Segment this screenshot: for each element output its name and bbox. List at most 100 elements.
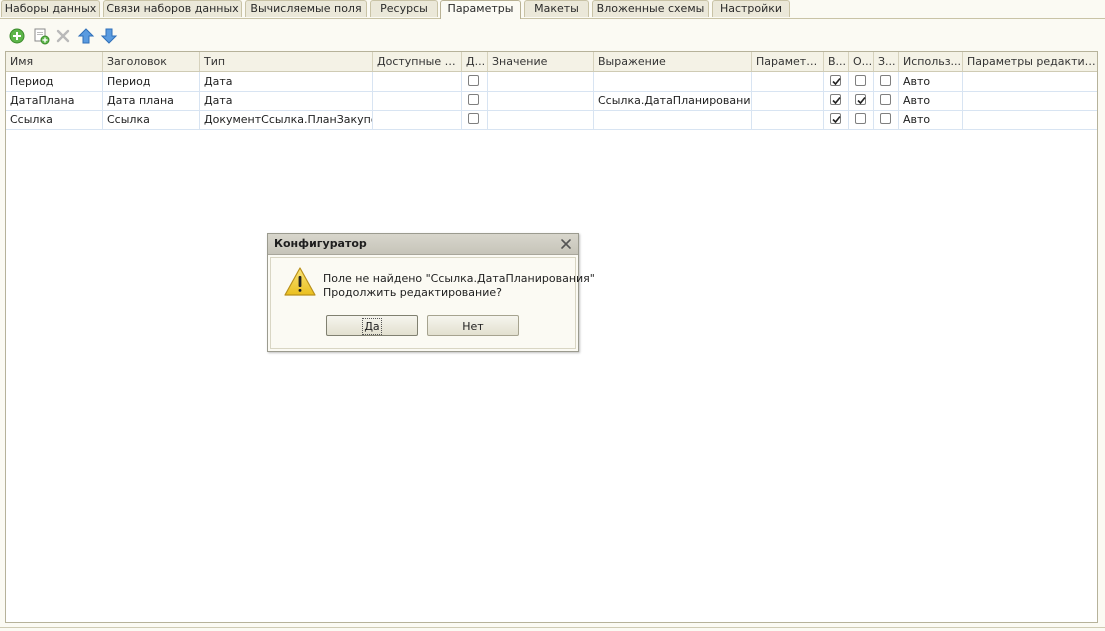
checkbox-unchecked[interactable]	[468, 94, 479, 105]
tab-nested-schemas[interactable]: Вложенные схемы	[592, 0, 709, 17]
cell-type[interactable]: ДокументСсылка.ПланЗакупок	[200, 110, 373, 129]
checkbox-checked[interactable]	[855, 94, 866, 105]
cell-z[interactable]	[874, 110, 899, 129]
column-header-type[interactable]: Тип	[200, 52, 373, 71]
copy-add-icon[interactable]	[32, 27, 50, 45]
cell-available[interactable]	[373, 91, 462, 110]
yes-button[interactable]: Да	[326, 315, 418, 336]
cell-o[interactable]	[849, 72, 874, 91]
tab-dataset-links[interactable]: Связи наборов данных	[103, 0, 242, 17]
cell-parameter[interactable]	[752, 91, 824, 110]
column-header-title[interactable]: Заголовок	[103, 52, 200, 71]
cell-use-text: Авто	[903, 113, 931, 126]
column-header-v[interactable]: В...	[824, 52, 849, 71]
no-button[interactable]: Нет	[427, 315, 519, 336]
checkbox-unchecked[interactable]	[880, 94, 891, 105]
delete-icon[interactable]	[54, 27, 72, 45]
configurator-window: Наборы данных Связи наборов данных Вычис…	[0, 0, 1105, 631]
table-row[interactable]: ДатаПлана Дата плана Дата Ссылка.ДатаПланир…	[6, 91, 1097, 111]
cell-edit-params[interactable]	[963, 72, 1097, 91]
cell-edit-params[interactable]	[963, 91, 1097, 110]
dialog-message-line1: Поле не найдено "Ссылка.ДатаПланирования…	[323, 272, 595, 285]
dialog-message: Поле не найдено "Ссылка.ДатаПланирования…	[323, 272, 595, 300]
cell-value[interactable]	[488, 72, 594, 91]
checkbox-unchecked[interactable]	[468, 113, 479, 124]
cell-title[interactable]: Период	[103, 72, 200, 91]
cell-edit-params[interactable]	[963, 110, 1097, 129]
checkbox-checked[interactable]	[830, 113, 841, 124]
column-header-expression[interactable]: Выражение	[594, 52, 752, 71]
checkbox-checked[interactable]	[830, 94, 841, 105]
tab-resources[interactable]: Ресурсы	[370, 0, 438, 17]
cell-type-text: Дата	[204, 94, 233, 107]
cell-type[interactable]: Дата	[200, 72, 373, 91]
cell-v[interactable]	[824, 110, 849, 129]
checkbox-unchecked[interactable]	[880, 113, 891, 124]
cell-type[interactable]: Дата	[200, 91, 373, 110]
cell-use[interactable]: Авто	[899, 72, 963, 91]
close-icon[interactable]	[560, 238, 572, 250]
cell-expression[interactable]	[594, 72, 752, 91]
tab-settings[interactable]: Настройки	[712, 0, 790, 17]
cell-name-text: Период	[10, 75, 54, 88]
cell-use[interactable]: Авто	[899, 91, 963, 110]
yes-button-label: Да	[362, 318, 382, 335]
cell-value[interactable]	[488, 110, 594, 129]
dialog-body: Поле не найдено "Ссылка.ДатаПланирования…	[270, 257, 595, 349]
tab-layouts[interactable]: Макеты	[524, 0, 589, 17]
cell-expression[interactable]	[594, 110, 752, 129]
tab-datasets[interactable]: Наборы данных	[1, 0, 100, 17]
tab-parameters[interactable]: Параметры	[440, 0, 521, 19]
cell-name[interactable]: ДатаПлана	[6, 91, 103, 110]
cell-d[interactable]	[462, 110, 488, 129]
cell-d[interactable]	[462, 72, 488, 91]
table-row[interactable]: Ссылка Ссылка ДокументСсылка.ПланЗакупок Ав…	[6, 110, 1097, 130]
cell-use[interactable]: Авто	[899, 110, 963, 129]
cell-name-text: ДатаПлана	[10, 94, 75, 107]
cell-o[interactable]	[849, 91, 874, 110]
column-header-z[interactable]: З...	[874, 52, 899, 71]
cell-value[interactable]	[488, 91, 594, 110]
checkbox-checked[interactable]	[830, 75, 841, 86]
checkbox-unchecked[interactable]	[880, 75, 891, 86]
cell-name-text: Ссылка	[10, 113, 53, 126]
cell-name[interactable]: Период	[6, 72, 103, 91]
column-header-d[interactable]: Д...	[462, 52, 488, 71]
cell-available[interactable]	[373, 110, 462, 129]
move-down-icon[interactable]	[100, 27, 118, 45]
cell-title[interactable]: Дата плана	[103, 91, 200, 110]
cell-v[interactable]	[824, 91, 849, 110]
cell-v[interactable]	[824, 72, 849, 91]
add-icon[interactable]	[8, 27, 26, 45]
bottom-border	[0, 627, 1105, 628]
cell-expression[interactable]: Ссылка.ДатаПланирования	[594, 91, 752, 110]
cell-z[interactable]	[874, 72, 899, 91]
checkbox-unchecked[interactable]	[855, 113, 866, 124]
table-row[interactable]: Период Период Дата Авто	[6, 72, 1097, 92]
column-header-use[interactable]: Использ...	[899, 52, 963, 71]
column-header-o[interactable]: О...	[849, 52, 874, 71]
dialog-title: Конфигуратор	[274, 237, 367, 250]
move-up-icon[interactable]	[77, 27, 95, 45]
column-header-parameter[interactable]: Параметр ...	[752, 52, 824, 71]
checkbox-unchecked[interactable]	[855, 75, 866, 86]
cell-o[interactable]	[849, 110, 874, 129]
cell-use-text: Авто	[903, 75, 931, 88]
column-header-value[interactable]: Значение	[488, 52, 594, 71]
cell-z[interactable]	[874, 91, 899, 110]
cell-name[interactable]: Ссылка	[6, 110, 103, 129]
cell-title-text: Ссылка	[107, 113, 150, 126]
cell-parameter[interactable]	[752, 72, 824, 91]
cell-available[interactable]	[373, 72, 462, 91]
cell-expression-text: Ссылка.ДатаПланирования	[598, 94, 752, 107]
column-header-available[interactable]: Доступные зн...	[373, 52, 462, 71]
cell-parameter[interactable]	[752, 110, 824, 129]
dialog-message-line2: Продолжить редактирование?	[323, 286, 502, 299]
checkbox-unchecked[interactable]	[468, 75, 479, 86]
column-header-edit-params[interactable]: Параметры редактиро...	[963, 52, 1097, 71]
cell-title[interactable]: Ссылка	[103, 110, 200, 129]
tab-calculated-fields[interactable]: Вычисляемые поля	[245, 0, 367, 17]
cell-d[interactable]	[462, 91, 488, 110]
column-header-name[interactable]: Имя	[6, 52, 103, 71]
tab-bar: Наборы данных Связи наборов данных Вычис…	[0, 0, 1105, 19]
